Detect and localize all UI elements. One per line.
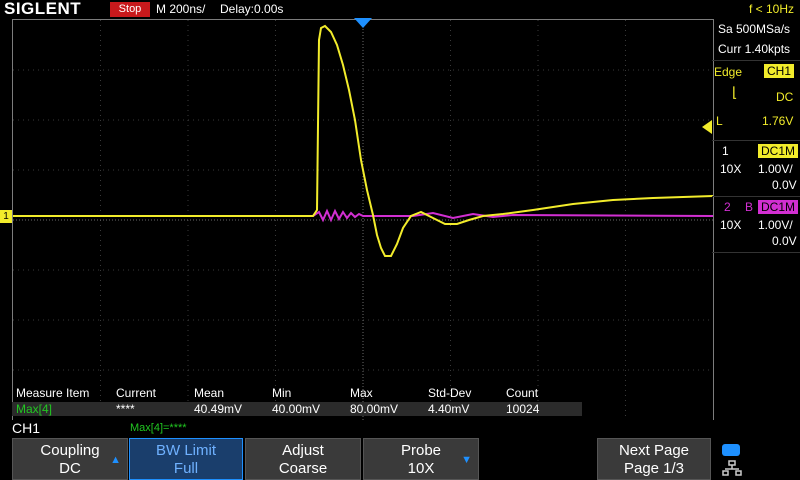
ch2-scale: 1.00V/ (758, 218, 793, 232)
softkey-bw-limit-value: Full (173, 460, 199, 477)
measure-max: 80.00mV (350, 402, 399, 416)
ch2-panel[interactable]: 2 B DC1M 10X 1.00V/ 0.0V (712, 198, 800, 250)
timebase-readout[interactable]: M 200ns/ (156, 2, 205, 16)
measure-min: 40.00mV (272, 402, 321, 416)
ch1-panel[interactable]: 1 DC1M 10X 1.00V/ 0.0V (712, 142, 800, 194)
delay-readout[interactable]: Delay:0.00s (220, 2, 283, 16)
softkey-adjust-label: Adjust (282, 442, 324, 459)
softkey-bw-limit-label: BW Limit (156, 442, 216, 459)
ch1-scale: 1.00V/ (758, 162, 793, 176)
ch2-bw-marker: B (745, 200, 754, 214)
measure-header-current: Current (116, 386, 157, 400)
trigger-frequency: f < 10Hz (748, 2, 794, 16)
waveform-grid (13, 20, 714, 420)
trigger-level: 1.76V (762, 114, 794, 128)
divider (712, 196, 800, 197)
ch1-impedance: DC1M (758, 144, 799, 158)
memory-depth: Curr 1.40kpts (718, 42, 791, 56)
up-arrow-icon: ▲ (110, 454, 121, 466)
softkey-adjust-value: Coarse (278, 460, 328, 477)
measure-header-mean: Mean (194, 386, 225, 400)
divider (712, 140, 800, 141)
measure-header-item: Measure Item (16, 386, 90, 400)
brand-logo: SIGLENT (4, 0, 82, 18)
ch1-ground-marker[interactable]: 1 (0, 210, 12, 223)
rising-edge-icon: ⌊ (732, 84, 738, 100)
ch2-offset: 0.0V (772, 234, 797, 248)
divider (712, 252, 800, 253)
trigger-coupling: DC (776, 90, 794, 104)
max-readout: Max[4]=**** (130, 422, 187, 434)
measure-header-min: Min (272, 386, 292, 400)
softkey-probe[interactable]: Probe 10X ▼ (363, 438, 479, 480)
ch1-probe: 10X (720, 162, 742, 176)
divider (712, 60, 800, 61)
toggle-icon[interactable] (722, 444, 740, 456)
measure-item-name: Max[4] (16, 402, 53, 416)
trigger-position-icon[interactable] (354, 18, 372, 28)
softkey-next-page[interactable]: Next Page Page 1/3 (597, 438, 711, 480)
trigger-source: CH1 (764, 64, 795, 78)
softkey-next-page-label: Next Page (618, 442, 690, 459)
ch2-probe: 10X (720, 218, 742, 232)
measure-current: **** (116, 402, 135, 416)
sample-rate: Sa 500MSa/s (718, 22, 791, 36)
down-arrow-icon: ▼ (461, 454, 472, 466)
measure-header-count: Count (506, 386, 539, 400)
ch2-impedance: DC1M (758, 200, 799, 214)
ch1-offset: 0.0V (772, 178, 797, 192)
trigger-level-label: L (716, 114, 723, 128)
softkey-bw-limit[interactable]: BW Limit Full (129, 438, 243, 480)
trigger-level-icon[interactable] (702, 120, 712, 134)
trigger-type: Edge (714, 65, 743, 79)
network-icon (722, 460, 742, 476)
softkey-adjust[interactable]: Adjust Coarse (245, 438, 361, 480)
trigger-panel[interactable]: Edge CH1 ⌊ DC L 1.76V (712, 62, 800, 140)
menu-channel-title: CH1 (12, 420, 41, 436)
run-state-badge[interactable]: Stop (110, 2, 150, 17)
ch1-number: 1 (722, 144, 729, 158)
waveform-display[interactable] (12, 19, 714, 420)
softkey-coupling[interactable]: Coupling DC ▲ (12, 438, 128, 480)
measure-table[interactable]: Measure Item Current Mean Min Max Std-De… (12, 384, 712, 420)
measure-mean: 40.49mV (194, 402, 243, 416)
measure-header-stddev: Std-Dev (428, 386, 472, 400)
measure-stddev: 4.40mV (428, 402, 470, 416)
measure-count: 10024 (506, 402, 540, 416)
ch2-number: 2 (724, 200, 731, 214)
measure-header-max: Max (350, 386, 373, 400)
softkey-next-page-value: Page 1/3 (623, 460, 685, 477)
